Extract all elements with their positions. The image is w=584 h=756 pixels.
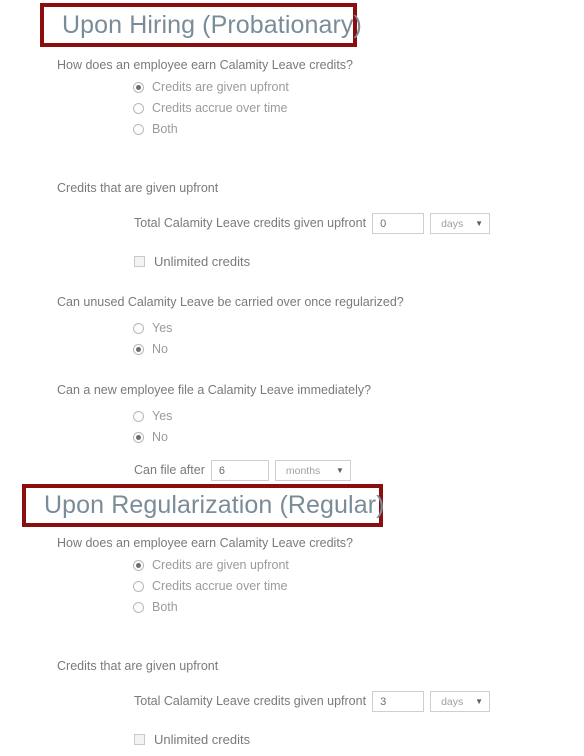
input-value: 6 — [218, 464, 225, 477]
radio-option-credits-upfront-hiring[interactable]: Credits are given upfront — [133, 81, 289, 94]
section-header-upon-regularization: Upon Regularization (Regular) — [22, 484, 385, 527]
field-row-total-credits-upfront-hiring: Total Calamity Leave credits given upfro… — [134, 213, 491, 234]
input-value: 3 — [380, 695, 387, 708]
select-value: days — [441, 695, 464, 708]
radio-icon[interactable] — [133, 410, 144, 422]
question-carryover-hiring: Can unused Calamity Leave be carried ove… — [57, 295, 404, 309]
radio-label: Yes — [152, 321, 173, 335]
checkbox-unlimited-credits-regular[interactable]: Unlimited credits — [134, 733, 250, 746]
calamity-leave-settings-page: Upon Hiring (Probationary) How does an e… — [0, 0, 584, 756]
select-upfront-unit-hiring[interactable]: days ▼ — [430, 213, 491, 234]
radio-icon[interactable] — [133, 322, 144, 334]
group-label-credits-upfront-hiring: Credits that are given upfront — [57, 181, 219, 195]
radio-option-carryover-no-hiring[interactable]: No — [133, 343, 168, 356]
radio-label: Yes — [152, 409, 173, 423]
input-total-credits-upfront-hiring[interactable]: 0 — [372, 213, 425, 234]
checkbox-label: Unlimited credits — [154, 732, 251, 747]
radio-icon[interactable] — [133, 580, 144, 592]
radio-label: Credits are given upfront — [152, 80, 289, 94]
radio-icon[interactable] — [133, 81, 144, 93]
radio-icon[interactable] — [133, 559, 144, 571]
radio-option-both-regular[interactable]: Both — [133, 601, 178, 614]
checkbox-unlimited-credits-hiring[interactable]: Unlimited credits — [134, 255, 250, 268]
group-label-credits-upfront-regular: Credits that are given upfront — [57, 659, 219, 673]
question-earn-credits-hiring: How does an employee earn Calamity Leave… — [57, 58, 353, 72]
section-title-upon-regularization: Upon Regularization (Regular) — [44, 491, 385, 519]
radio-icon[interactable] — [133, 123, 144, 135]
radio-label: Credits accrue over time — [152, 101, 288, 115]
radio-label: Both — [152, 600, 178, 614]
radio-option-credits-upfront-regular[interactable]: Credits are given upfront — [133, 559, 289, 572]
field-row-total-credits-upfront-regular: Total Calamity Leave credits given upfro… — [134, 691, 491, 712]
select-can-file-unit-hiring[interactable]: months ▼ — [274, 460, 351, 481]
chevron-down-icon: ▼ — [335, 465, 344, 475]
radio-icon[interactable] — [133, 102, 144, 114]
input-can-file-after-hiring[interactable]: 6 — [210, 460, 269, 481]
radio-option-immediate-no-hiring[interactable]: No — [133, 431, 168, 444]
input-value: 0 — [380, 217, 387, 230]
radio-option-credits-accrue-hiring[interactable]: Credits accrue over time — [133, 102, 287, 115]
checkbox-label: Unlimited credits — [154, 254, 251, 269]
radio-icon[interactable] — [133, 431, 144, 443]
section-title-upon-hiring: Upon Hiring (Probationary) — [62, 10, 362, 39]
radio-label: Both — [152, 122, 178, 136]
select-value: days — [441, 217, 464, 230]
question-file-immediately-hiring: Can a new employee file a Calamity Leave… — [57, 383, 372, 397]
radio-option-carryover-yes-hiring[interactable]: Yes — [133, 322, 172, 335]
radio-option-both-hiring[interactable]: Both — [133, 123, 178, 136]
field-label: Can file after — [134, 463, 205, 478]
chevron-down-icon: ▼ — [475, 218, 484, 228]
chevron-down-icon: ▼ — [475, 696, 484, 706]
select-upfront-unit-regular[interactable]: days ▼ — [430, 691, 491, 712]
radio-label: Credits accrue over time — [152, 579, 288, 593]
field-label: Total Calamity Leave credits given upfro… — [134, 694, 367, 709]
radio-option-immediate-yes-hiring[interactable]: Yes — [133, 410, 172, 423]
field-row-can-file-after-hiring: Can file after 6 months ▼ — [134, 460, 351, 481]
input-total-credits-upfront-regular[interactable]: 3 — [372, 691, 425, 712]
radio-option-credits-accrue-regular[interactable]: Credits accrue over time — [133, 580, 287, 593]
section-header-upon-hiring: Upon Hiring (Probationary) — [40, 3, 362, 47]
radio-label: Credits are given upfront — [152, 558, 289, 572]
radio-label: No — [152, 430, 168, 444]
radio-icon[interactable] — [133, 601, 144, 613]
checkbox-icon[interactable] — [134, 734, 145, 745]
field-label: Total Calamity Leave credits given upfro… — [134, 216, 367, 231]
checkbox-icon[interactable] — [134, 256, 145, 267]
radio-label: No — [152, 342, 168, 356]
question-earn-credits-regular: How does an employee earn Calamity Leave… — [57, 536, 353, 550]
select-value: months — [285, 464, 321, 477]
radio-icon[interactable] — [133, 343, 144, 355]
